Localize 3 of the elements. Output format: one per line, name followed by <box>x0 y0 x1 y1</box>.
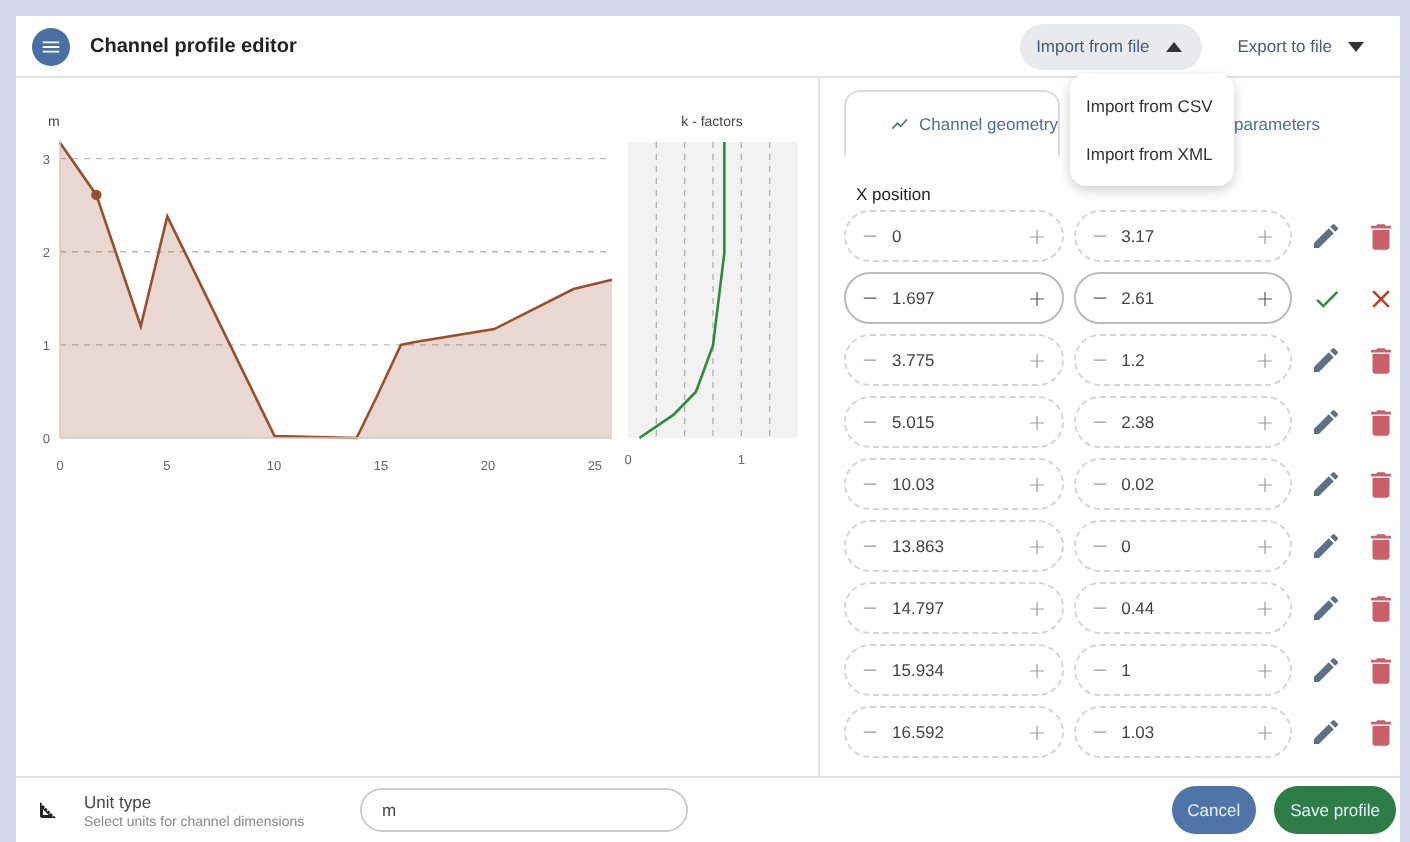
field-label: Unit type <box>84 791 154 811</box>
column-header: X position <box>856 184 931 204</box>
window-title: Channel profile editor <box>90 35 299 57</box>
